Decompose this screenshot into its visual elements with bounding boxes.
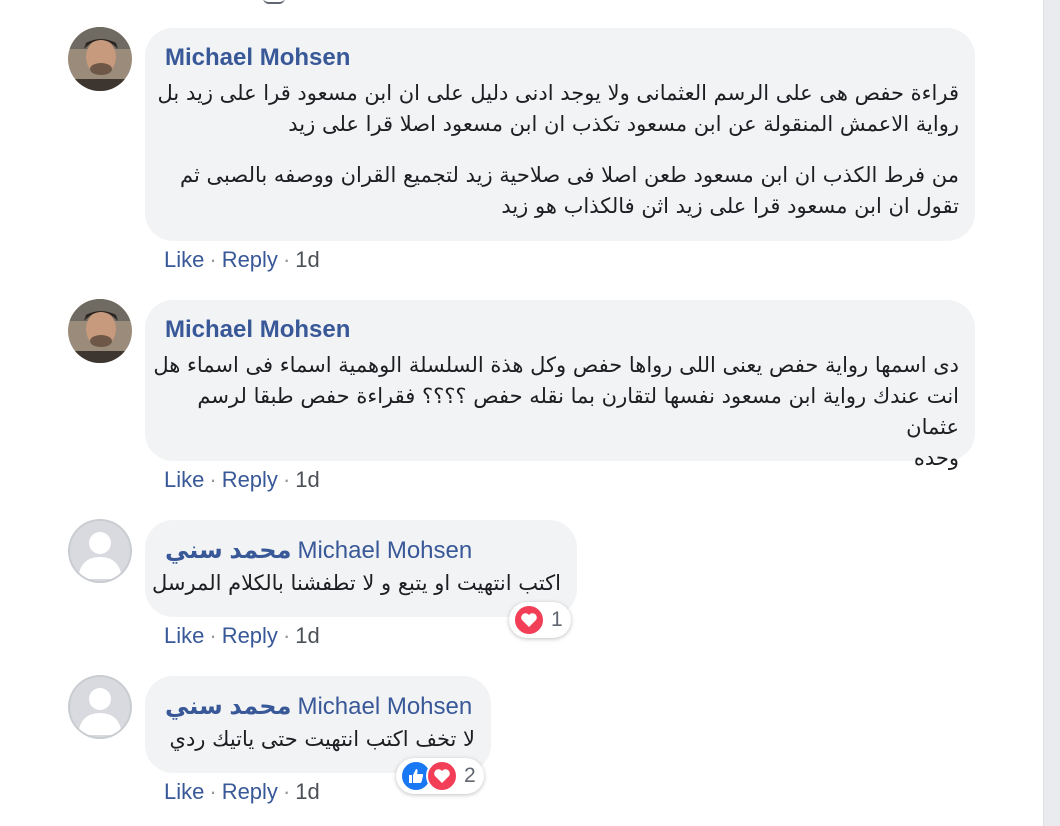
timestamp[interactable]: 1d [295,467,319,492]
comment-text: اكتب انتهيت او يتبع و لا تطفشنا بالكلام … [152,568,561,599]
reaction-count: 1 [551,608,563,631]
default-avatar[interactable] [68,519,132,583]
like-link[interactable]: Like [164,247,204,272]
timestamp[interactable]: 1d [295,247,319,272]
comment-line: لا تخف اكتب انتهيت حتى ياتيك ردي [169,727,475,751]
like-link[interactable]: Like [164,623,204,648]
comment-line: قراءة حفص هى على الرسم العثمانى ولا يوجد… [157,81,959,105]
comment-bubble: Michael Mohsen قراءة حفص هى على الرسم ال… [145,28,975,241]
comment-line: اكتب انتهيت او يتبع و لا تطفشنا بالكلام … [151,571,561,595]
reply-link[interactable]: Reply [222,247,278,272]
comment-actions: Like · Reply · 1d [164,467,320,492]
reply-link[interactable]: Reply [222,779,278,804]
comments-panel: Michael Mohsen قراءة حفص هى على الرسم ال… [0,0,1043,826]
comment-line: انت عندك رواية ابن مسعود نفسها لتقارن بم… [197,384,959,439]
author-arabic-name[interactable]: محمد سني [165,537,291,564]
comment-line: دى اسمها رواية حفص يعنى اللى رواها حفص و… [153,353,959,377]
reactions-summary[interactable]: 2 [396,758,484,794]
timestamp[interactable]: 1d [295,623,319,648]
like-link[interactable]: Like [164,779,204,804]
author-arabic-name[interactable]: محمد سني [165,693,291,720]
comment-actions: Like · Reply · 1d [164,779,320,804]
comment-text: قراءة حفص هى على الرسم العثمانى ولا يوجد… [158,78,959,222]
avatar[interactable] [68,27,132,91]
comment-author[interactable]: Michael Mohsen [165,316,350,344]
comment-author[interactable]: Michael Mohsen [165,44,350,72]
love-icon [513,604,545,636]
reactions-summary[interactable]: 1 [509,602,571,638]
comment-line: من فرط الكذب ان ابن مسعود طعن اصلا فى صل… [180,163,959,187]
love-icon [426,760,458,792]
reply-link[interactable]: Reply [222,623,278,648]
timestamp[interactable]: 1d [295,779,319,804]
comment-actions: Like · Reply · 1d [164,623,320,648]
like-link[interactable]: Like [164,467,204,492]
tagged-name[interactable]: Michael Mohsen [297,693,472,720]
comment-text: دى اسمها رواية حفص يعنى اللى رواها حفص و… [145,350,959,474]
comment-bubble: محمد سني Michael Mohsen اكتب انتهيت او يت… [145,520,577,617]
reply-link[interactable]: Reply [222,467,278,492]
comment-line: تقول ان ابن مسعود قرا على زيد اثن فالكذا… [501,194,959,218]
comment-author[interactable]: محمد سني Michael Mohsen [165,536,472,565]
comment-line: رواية الاعمش المنقولة عن ابن مسعود تكذب … [288,112,959,136]
comment-bubble: Michael Mohsen دى اسمها رواية حفص يعنى ا… [145,300,975,470]
reaction-count: 2 [464,764,476,787]
comment-author[interactable]: محمد سني Michael Mohsen [165,692,472,721]
comment-actions: Like · Reply · 1d [164,247,320,272]
comment-text: لا تخف اكتب انتهيت حتى ياتيك ردي [170,724,475,755]
page-edge [1043,0,1060,826]
default-avatar[interactable] [68,675,132,739]
tagged-name[interactable]: Michael Mohsen [297,537,472,564]
previous-item-edge [263,0,285,4]
avatar[interactable] [68,299,132,363]
